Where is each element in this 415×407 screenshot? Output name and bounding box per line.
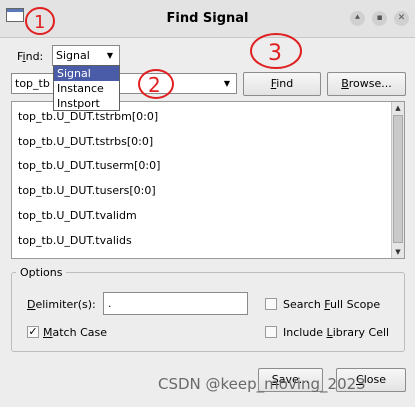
find-type-value: Signal — [56, 49, 90, 62]
chevron-down-icon[interactable]: ▼ — [103, 49, 117, 63]
dropdown-option-instance[interactable]: Instance — [54, 81, 119, 96]
find-type-dropdown[interactable]: Signal Instance Instport — [53, 65, 120, 111]
list-item[interactable]: top_tb.U_DUT.tstrbs[0:0] — [18, 135, 153, 148]
options-title: Options — [16, 266, 67, 279]
list-item[interactable]: top_tb.U_DUT.tusers[0:0] — [18, 184, 156, 197]
find-type-select[interactable]: Signal ▼ — [52, 45, 120, 66]
signal-list[interactable]: top_tb.U_DUT.tstrbm[0:0] top_tb.U_DUT.ts… — [11, 101, 405, 259]
match-case-checkbox[interactable]: ✓ — [27, 326, 39, 338]
delimiter-label: Delimiter(s): — [27, 298, 96, 311]
scope-combo[interactable]: top_tb ▼ — [11, 73, 237, 94]
scroll-down-icon[interactable]: ▼ — [392, 246, 404, 258]
list-item[interactable]: top_tb.U_DUT.tvalidm — [18, 209, 137, 222]
find-label: Find: — [17, 50, 44, 63]
include-library-cell-label: Include Library Cell — [283, 326, 390, 339]
list-item[interactable]: top_tb.U_DUT.tstrbm[0:0] — [18, 110, 158, 123]
maximize-window-icon[interactable]: ▪ — [372, 11, 387, 26]
search-full-scope-label: Search Full Scope — [283, 298, 381, 311]
dropdown-option-signal[interactable]: Signal — [54, 66, 119, 81]
match-case-label: Match Case — [43, 326, 107, 339]
include-library-cell-checkbox[interactable] — [265, 326, 277, 338]
watermark: CSDN @keep_moving_2023 — [158, 375, 366, 393]
browse-button[interactable]: Browse... — [327, 72, 406, 96]
list-scrollbar[interactable]: ▲ ▼ — [391, 102, 404, 258]
scope-value: top_tb — [15, 77, 50, 90]
minimize-window-icon[interactable]: ⯅ — [350, 11, 365, 26]
list-item[interactable]: top_tb.U_DUT.tuserm[0:0] — [18, 159, 160, 172]
search-full-scope-checkbox[interactable] — [265, 298, 277, 310]
delimiter-input[interactable]: . — [103, 292, 248, 315]
chevron-down-icon[interactable]: ▼ — [220, 77, 234, 91]
scrollbar-thumb[interactable] — [393, 115, 403, 243]
title-bar[interactable]: Find Signal ⯅ ▪ ✕ — [0, 0, 415, 38]
svg-text:3: 3 — [268, 41, 282, 66]
dropdown-option-instport[interactable]: Instport — [54, 96, 119, 111]
find-button[interactable]: Find — [243, 72, 321, 96]
list-item[interactable]: top_tb.U_DUT.tvalids — [18, 234, 132, 247]
scroll-up-icon[interactable]: ▲ — [392, 102, 404, 114]
close-window-icon[interactable]: ✕ — [394, 11, 409, 26]
